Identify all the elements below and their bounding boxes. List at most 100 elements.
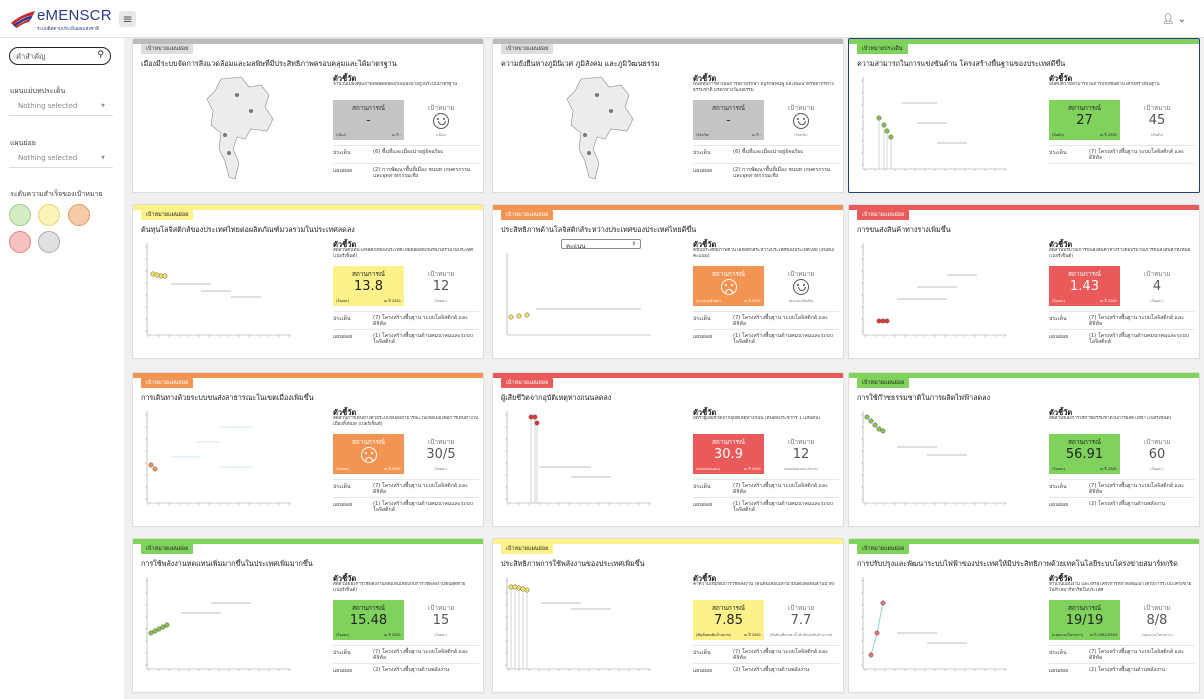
indicator-card[interactable]: เป้าหมายแผนย่อย ผู้เสียชีวิตจากอุบัติเหต…	[492, 372, 844, 527]
status-filter-label: ระดับความสำเร็จของเป้าหมาย	[10, 190, 103, 198]
subplan-value: (2) โครงสร้างพื้นฐานด้านพลังงาน	[1089, 667, 1166, 673]
top-bar: eMENSCR ระบบติดตามประเมินผลแห่งชาติ ≡ 👤︎…	[0, 0, 1204, 38]
metric-select[interactable]: คะแนน ⇕	[561, 239, 641, 250]
status-year: ณ ปี 2561	[383, 467, 401, 471]
status-value: 30.9	[714, 447, 743, 462]
data-point	[508, 584, 514, 590]
status-year: ณ ปี 2562/2563	[1089, 633, 1117, 637]
trend-chart	[861, 77, 1007, 171]
status-filter-grey[interactable]	[38, 231, 60, 253]
goal-title[interactable]: ผู้เสียชีวิตจากอุบัติเหตุทางถนนลดลง	[501, 393, 837, 404]
status-value: 13.8	[354, 279, 383, 294]
target-unit: (เมือง)	[435, 133, 447, 137]
goal-title[interactable]: เมืองมีระบบจัดการสิ่งแวดล้อมและมลพิษที่ม…	[141, 59, 477, 70]
kpi-panel: ตัวชี้วัด พื้นที่ที่มีการดำเนินการสงวนรั…	[693, 73, 841, 185]
indicator-card[interactable]: เป้าหมายแผนย่อย ประสิทธิภาพการใช้พลังงาน…	[492, 538, 844, 693]
issue-value: (6) พื้นที่และเมืองน่าอยู่อัจฉริยะ	[373, 149, 444, 155]
kpi-description: ค่าความเข้มข้นการใช้พลังงาน (พันตันเทียบ…	[693, 582, 835, 587]
subplan-label: แผนย่อย	[693, 502, 713, 508]
thailand-map	[206, 76, 274, 180]
issue-value: (7) โครงสร้างพื้นฐาน ระบบโลจิสติกส์ และด…	[1089, 315, 1184, 327]
subplan-value: (2) โครงสร้างพื้นฐานด้านพลังงาน	[1089, 501, 1166, 507]
status-value: 27	[1076, 113, 1093, 128]
goal-title[interactable]: ต้นทุนโลจิสติกส์ของประเทศไทยต่อผลิตภัณฑ์…	[141, 225, 477, 236]
goal-title[interactable]: การใช้พลังงานทดแทนเพิ่มมากขึ้นในประเทศเพ…	[141, 559, 477, 570]
app-logo[interactable]: eMENSCR ระบบติดตามประเมินผลแห่งชาติ	[10, 5, 116, 33]
status-filter-orange[interactable]	[68, 204, 90, 226]
indicator-visual	[141, 239, 326, 351]
goal-tag: เป้าหมายแผนย่อย	[857, 378, 910, 388]
status-year: ณ ปี 2561	[383, 633, 401, 637]
menu-toggle-button[interactable]: ≡	[119, 11, 136, 27]
status-value: 56.91	[1065, 447, 1104, 462]
status-year: ณ ปี -	[751, 133, 761, 137]
metric-select-value: คะแนน	[566, 243, 586, 250]
indicator-card[interactable]: เป้าหมายแผนย่อย การใช้พลังงานทดแทนเพิ่มม…	[132, 538, 484, 693]
status-filter-yellow[interactable]	[38, 204, 60, 226]
kpi-description: จำนวนเมืองคุณภาพที่สอดคล้องกับเมืองน่าอย…	[333, 82, 458, 87]
trend-chart	[861, 577, 1007, 671]
goal-title[interactable]: ความยั่งยืนทางภูมินิเวศ ภูมิสังคม และภูม…	[501, 59, 837, 70]
trend-chart	[861, 243, 1007, 337]
status-year: ณ ปี 2562	[1099, 133, 1117, 137]
indicator-card[interactable]: เป้าหมายประเด็น ความสามารถในการแข่งขันด้…	[848, 38, 1200, 193]
goal-title[interactable]: การใช้ก๊าซธรรมชาติในการผลิตไฟฟ้าลดลง	[857, 393, 1193, 404]
target-unit: (พันตันเทียบเท่าน้ำมันดิบต่อพันล้านบาท)	[769, 633, 833, 637]
data-point	[150, 271, 156, 277]
indicator-visual	[857, 239, 1042, 351]
search-box[interactable]: คำสำคัญ ⚲	[9, 47, 111, 65]
indicator-card[interactable]: เป้าหมายแผนย่อย การใช้ก๊าซธรรมชาติในการผ…	[848, 372, 1200, 527]
goal-title[interactable]: การปรับปรุงและพัฒนาระบบไฟฟ้าของประเทศให้…	[857, 559, 1193, 570]
goal-tag: เป้าหมายประเด็น	[857, 44, 908, 54]
goal-title[interactable]: การเดินทางด้วยระบบขนส่งสาธารณะในเขตเมือง…	[141, 393, 477, 404]
indicator-card[interactable]: เป้าหมายแผนย่อย ประสิทธิภาพด้านโลจิสติกส…	[492, 204, 844, 359]
indicator-card[interactable]: เป้าหมายแผนย่อย การเดินทางด้วยระบบขนส่งส…	[132, 372, 484, 527]
indicator-card[interactable]: เป้าหมายแผนย่อย การขนส่งสินค้าทางรางเพิ่…	[848, 204, 1200, 359]
indicator-card[interactable]: เป้าหมายแผนย่อย เมืองมีระบบจัดการสิ่งแวด…	[132, 38, 484, 193]
status-box: สถานการณ์ (ร้อยละ) ณ ปี 2561	[333, 434, 404, 474]
kpi-panel: ตัวชี้วัด อันดับความสามารถในการแข่งขันด้…	[1049, 73, 1197, 185]
subplan-value: (2) การพัฒนาพื้นที่เมือง ชนบท เกษตรกรรมแ…	[733, 167, 831, 179]
indicator-visual	[501, 73, 686, 185]
search-input[interactable]: คำสำคัญ	[16, 51, 45, 63]
goal-tag: เป้าหมายแผนย่อย	[141, 544, 194, 554]
data-point	[532, 414, 538, 420]
sad-face-icon	[720, 279, 737, 295]
search-icon[interactable]: ⚲	[97, 50, 104, 60]
goal-title[interactable]: ประสิทธิภาพการใช้พลังงานของประเทศเพิ่มขึ…	[501, 559, 837, 570]
target-value: 45	[1148, 113, 1166, 128]
target-box: เป้าหมาย 15 (ร้อยละ)	[405, 600, 477, 640]
data-point	[516, 585, 522, 591]
issue-value: (7) โครงสร้างพื้นฐาน ระบบโลจิสติกส์ และด…	[373, 649, 468, 661]
indicator-card[interactable]: เป้าหมายแผนย่อย ต้นทุนโลจิสติกส์ของประเท…	[132, 204, 484, 359]
subplan-value: (1) โครงสร้างพื้นฐานด้านคมนาคมและระบบโลจ…	[1089, 333, 1189, 345]
subplan-value: (1) โครงสร้างพื้นฐานด้านคมนาคมและระบบโลจ…	[373, 333, 473, 345]
sub-plan-select[interactable]: Nothing selected ▼	[9, 150, 113, 168]
kpi-panel: ตัวชี้วัด จำนวนเมืองคุณภาพที่สอดคล้องกับ…	[333, 73, 481, 185]
smile-face-icon	[793, 279, 809, 295]
goal-title[interactable]: ความสามารถในการแข่งขันด้าน โครงสร้างพื้น…	[857, 59, 1193, 70]
status-year: ณ ปี -	[391, 133, 401, 137]
kpi-panel: ตัวชี้วัด สัดส่วนของการใช้ก๊าซธรรมชาติใน…	[1049, 407, 1197, 519]
indicator-card[interactable]: เป้าหมายแผนย่อย การปรับปรุงและพัฒนาระบบไ…	[848, 538, 1200, 693]
data-point	[164, 622, 170, 628]
target-box: เป้าหมาย 7.7 (พันตันเทียบเท่าน้ำมันดิบต่…	[765, 600, 837, 640]
status-year: ณ ปี 2561	[1099, 467, 1117, 471]
goal-tag: เป้าหมายแผนย่อย	[141, 210, 194, 220]
kpi-description: สัดส่วนต้นทุนโลจิสติกส์ของประเทศไทยต่อผล…	[333, 248, 474, 259]
subplan-label: แผนย่อย	[693, 668, 713, 674]
goal-tag: เป้าหมายแผนย่อย	[501, 544, 554, 554]
user-menu-button[interactable]: 👤︎ ⌄	[1162, 14, 1186, 25]
goal-title[interactable]: การขนส่งสินค้าทางรางเพิ่มขึ้น	[857, 225, 1193, 236]
target-unit: (ร้อยละ)	[1150, 467, 1164, 471]
status-heading: สถานการณ์	[711, 104, 746, 112]
master-plan-select[interactable]: Nothing selected ▼	[9, 98, 113, 116]
indicator-visual: คะแนน ⇕	[501, 239, 686, 351]
status-filter-green[interactable]	[9, 204, 31, 226]
indicator-card[interactable]: เป้าหมายแผนย่อย ความยั่งยืนทางภูมินิเวศ …	[492, 38, 844, 193]
target-unit: (ร้อยละ)	[434, 633, 448, 637]
goal-title[interactable]: ประสิทธิภาพด้านโลจิสติกส์ระหว่างประเทศขอ…	[501, 225, 837, 236]
status-filter-red[interactable]	[9, 231, 31, 253]
kpi-panel: ตัวชี้วัด จำนวนแผนงาน และ/หรือโครงการที่…	[1049, 573, 1197, 685]
data-point	[512, 584, 518, 590]
